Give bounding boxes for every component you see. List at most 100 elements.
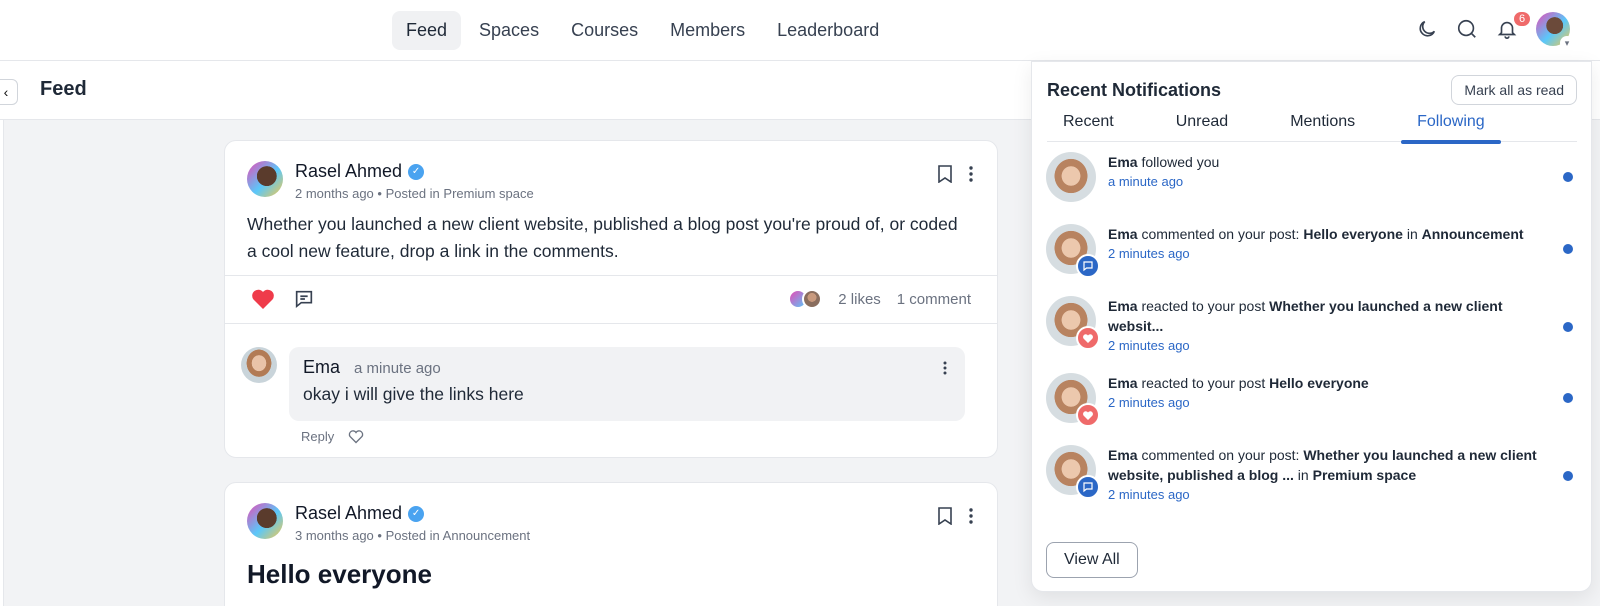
notification-item[interactable]: Ema commented on your post: Hello everyo… [1046, 224, 1581, 278]
more-vertical-icon[interactable] [969, 166, 973, 182]
nav-item-leaderboard[interactable]: Leaderboard [763, 11, 893, 50]
author-name[interactable]: Rasel Ahmed [295, 161, 402, 182]
heart-icon [1076, 403, 1100, 427]
chevron-down-icon: ▾ [1560, 36, 1574, 50]
comment-text: okay i will give the links here [303, 384, 524, 404]
top-nav-bar: Feed Spaces Courses Members Leaderboard … [0, 0, 1600, 61]
comment-author[interactable]: Ema [303, 357, 340, 378]
nav-item-spaces[interactable]: Spaces [465, 11, 553, 50]
post-time: 2 months ago [295, 186, 374, 201]
post-space[interactable]: Posted in Premium space [386, 186, 534, 201]
likes-count[interactable]: 2 likes [838, 291, 881, 308]
reaction-bar: 2 likes 1 comment [251, 288, 971, 310]
tab-mentions[interactable]: Mentions [1274, 112, 1371, 142]
notification-item[interactable]: Ema commented on your post: Whether you … [1046, 445, 1581, 502]
post-meta: 2 months ago • Posted in Premium space [295, 186, 534, 201]
post-body: Whether you launched a new client websit… [247, 214, 958, 261]
comment-footer: Reply [301, 429, 364, 444]
likers-avatars [788, 289, 823, 309]
tab-following[interactable]: Following [1401, 112, 1501, 144]
page-title: Feed [40, 78, 87, 100]
verified-icon: ✓ [408, 163, 425, 180]
heart-icon [1076, 326, 1100, 350]
more-vertical-icon[interactable] [969, 508, 973, 524]
verified-icon: ✓ [408, 505, 425, 522]
user-avatar[interactable]: ▾ [1536, 12, 1574, 50]
comments-count[interactable]: 1 comment [897, 291, 971, 308]
post-meta: 3 months ago • Posted in Announcement [295, 528, 530, 543]
notification-time: 2 minutes ago [1108, 338, 1190, 353]
avatar [1046, 224, 1100, 278]
unread-dot [1563, 244, 1573, 254]
notification-time: a minute ago [1108, 174, 1184, 189]
post-space[interactable]: Posted in Announcement [386, 528, 531, 543]
separator-dot: • [377, 528, 386, 543]
avatar [802, 289, 823, 309]
heart-icon[interactable] [251, 288, 275, 310]
post-card: Rasel Ahmed ✓ 2 months ago • Posted in P… [224, 140, 998, 458]
sidebar-toggle-button[interactable]: ‹ [0, 79, 18, 105]
notification-item[interactable]: Ema followed you a minute ago [1046, 152, 1581, 202]
bell-icon[interactable]: 6 [1496, 10, 1532, 40]
notification-item[interactable]: Ema reacted to your post Hello everyone … [1046, 373, 1581, 427]
comment-bubble: Ema a minute ago okay i will give the li… [289, 347, 965, 421]
divider [225, 323, 997, 324]
nav-item-courses[interactable]: Courses [557, 11, 652, 50]
notifications-panel: Recent Notifications Mark all as read Re… [1031, 61, 1592, 592]
notification-text: Ema followed you [1108, 154, 1220, 170]
comment-icon[interactable] [293, 288, 315, 310]
post-title[interactable]: Hello everyone [247, 559, 432, 590]
author-avatar[interactable] [247, 161, 283, 197]
comment-icon [1076, 254, 1100, 278]
notification-text: Ema reacted to your post Whether you lau… [1108, 298, 1503, 334]
moon-icon[interactable] [1416, 18, 1438, 40]
post-header: Rasel Ahmed ✓ 2 months ago • Posted in P… [247, 161, 534, 201]
notification-time: 2 minutes ago [1108, 395, 1190, 410]
notification-item[interactable]: Ema reacted to your post Whether you lau… [1046, 296, 1581, 353]
notification-text: Ema reacted to your post Hello everyone [1108, 375, 1369, 391]
search-icon[interactable] [1456, 18, 1478, 40]
chevron-left-icon: ‹ [3, 84, 9, 100]
view-all-button[interactable]: View All [1046, 542, 1138, 578]
bookmark-icon[interactable] [937, 507, 953, 525]
tab-unread[interactable]: Unread [1160, 112, 1244, 142]
main-nav: Feed Spaces Courses Members Leaderboard [392, 11, 893, 50]
post-actions [937, 165, 973, 183]
bookmark-icon[interactable] [937, 165, 953, 183]
notification-badge: 6 [1512, 10, 1532, 28]
nav-item-members[interactable]: Members [656, 11, 759, 50]
notification-list: Ema followed you a minute ago Ema commen… [1046, 152, 1581, 502]
avatar [1046, 373, 1100, 427]
notification-time: 2 minutes ago [1108, 246, 1190, 261]
tab-recent[interactable]: Recent [1047, 112, 1130, 142]
mark-all-read-button[interactable]: Mark all as read [1451, 75, 1577, 105]
heart-outline-icon[interactable] [348, 429, 364, 444]
more-vertical-icon[interactable] [943, 361, 947, 375]
author-name[interactable]: Rasel Ahmed [295, 503, 402, 524]
avatar [1046, 152, 1096, 202]
unread-dot [1563, 172, 1573, 182]
post-header: Rasel Ahmed ✓ 3 months ago • Posted in A… [247, 503, 530, 543]
post-actions [937, 507, 973, 525]
unread-dot [1563, 471, 1573, 481]
notification-text: Ema commented on your post: Hello everyo… [1108, 226, 1524, 242]
comment-time: a minute ago [354, 360, 441, 377]
unread-dot [1563, 322, 1573, 332]
avatar [1046, 445, 1100, 499]
nav-item-feed[interactable]: Feed [392, 11, 462, 50]
comment-avatar[interactable] [241, 347, 277, 383]
separator-dot: • [377, 186, 386, 201]
notification-tabs: Recent Unread Mentions Following [1047, 112, 1577, 144]
top-icons: 6 ▾ [1416, 10, 1574, 50]
divider [225, 275, 997, 276]
reply-button[interactable]: Reply [301, 429, 334, 444]
author-avatar[interactable] [247, 503, 283, 539]
sidebar-collapsed [0, 120, 4, 606]
post-time: 3 months ago [295, 528, 374, 543]
notification-text: Ema commented on your post: Whether you … [1108, 447, 1537, 483]
comment-icon [1076, 475, 1100, 499]
avatar [1046, 296, 1100, 350]
notifications-title: Recent Notifications [1047, 80, 1222, 100]
notification-time: 2 minutes ago [1108, 487, 1190, 502]
post-card: Rasel Ahmed ✓ 3 months ago • Posted in A… [224, 482, 998, 606]
